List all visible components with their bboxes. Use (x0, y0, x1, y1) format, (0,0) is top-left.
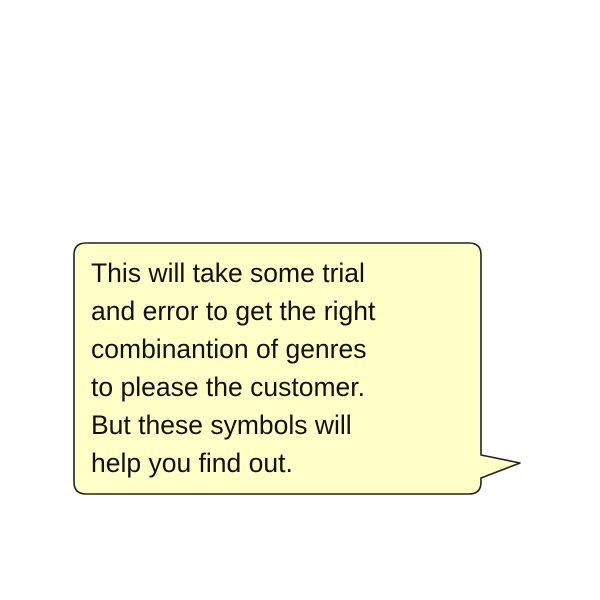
dialog-text: This will take some trial and error to g… (91, 258, 376, 478)
game-scene: This will take some trial and error to g… (0, 0, 600, 600)
